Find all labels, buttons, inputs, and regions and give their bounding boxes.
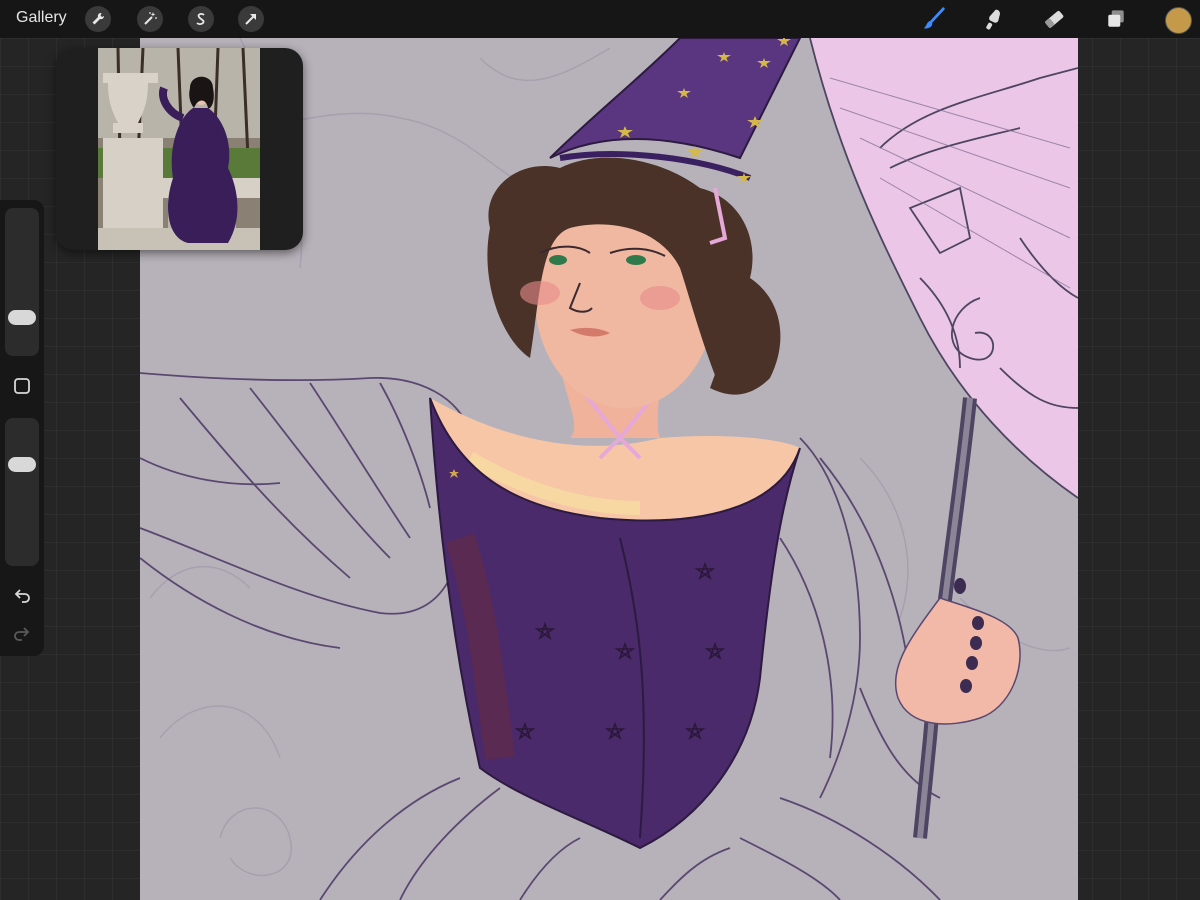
brush-icon[interactable] (920, 5, 948, 33)
brush-size-thumb[interactable] (8, 310, 36, 326)
layers-icon[interactable] (1102, 5, 1130, 33)
wrench-icon[interactable] (85, 6, 111, 32)
top-toolbar: Gallery (0, 0, 1200, 38)
magic-wand-icon[interactable] (137, 6, 163, 32)
undo-icon[interactable] (10, 584, 34, 608)
selection-s-icon[interactable] (188, 6, 214, 32)
transform-arrow-icon[interactable] (238, 6, 264, 32)
left-sidebar (0, 200, 44, 656)
gallery-button[interactable]: Gallery (16, 9, 67, 27)
opacity-slider[interactable] (5, 418, 39, 566)
modify-square-icon[interactable] (10, 374, 34, 398)
redo-icon[interactable] (10, 622, 34, 646)
opacity-thumb[interactable] (8, 456, 36, 472)
eraser-icon[interactable] (1040, 5, 1068, 33)
brush-size-slider[interactable] (5, 208, 39, 356)
smudge-icon[interactable] (980, 5, 1008, 33)
color-picker-swatch[interactable] (1165, 7, 1192, 34)
reference-photo (98, 48, 260, 250)
reference-window[interactable] (56, 48, 303, 250)
